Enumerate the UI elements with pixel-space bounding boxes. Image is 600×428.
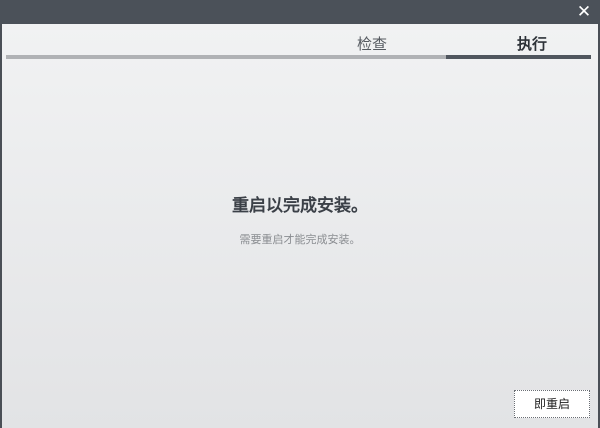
restart-now-button[interactable]: 即重启: [514, 390, 590, 418]
step-check: 检查: [356, 35, 387, 53]
restart-heading: 重启以完成安装。: [232, 196, 368, 216]
restart-subtext: 需要重启才能完成安装。: [239, 233, 361, 246]
close-icon[interactable]: ✕: [574, 2, 594, 22]
step-execute: 执行: [516, 35, 547, 53]
step-progress-done: [6, 55, 446, 59]
title-bar: ✕: [0, 0, 600, 24]
step-progress-track: [6, 55, 591, 59]
step-progress-active: [446, 55, 591, 59]
step-indicator: 检查 执行: [2, 24, 598, 60]
installer-window: 检查 执行 重启以完成安装。 需要重启才能完成安装。 即重启: [2, 24, 598, 428]
